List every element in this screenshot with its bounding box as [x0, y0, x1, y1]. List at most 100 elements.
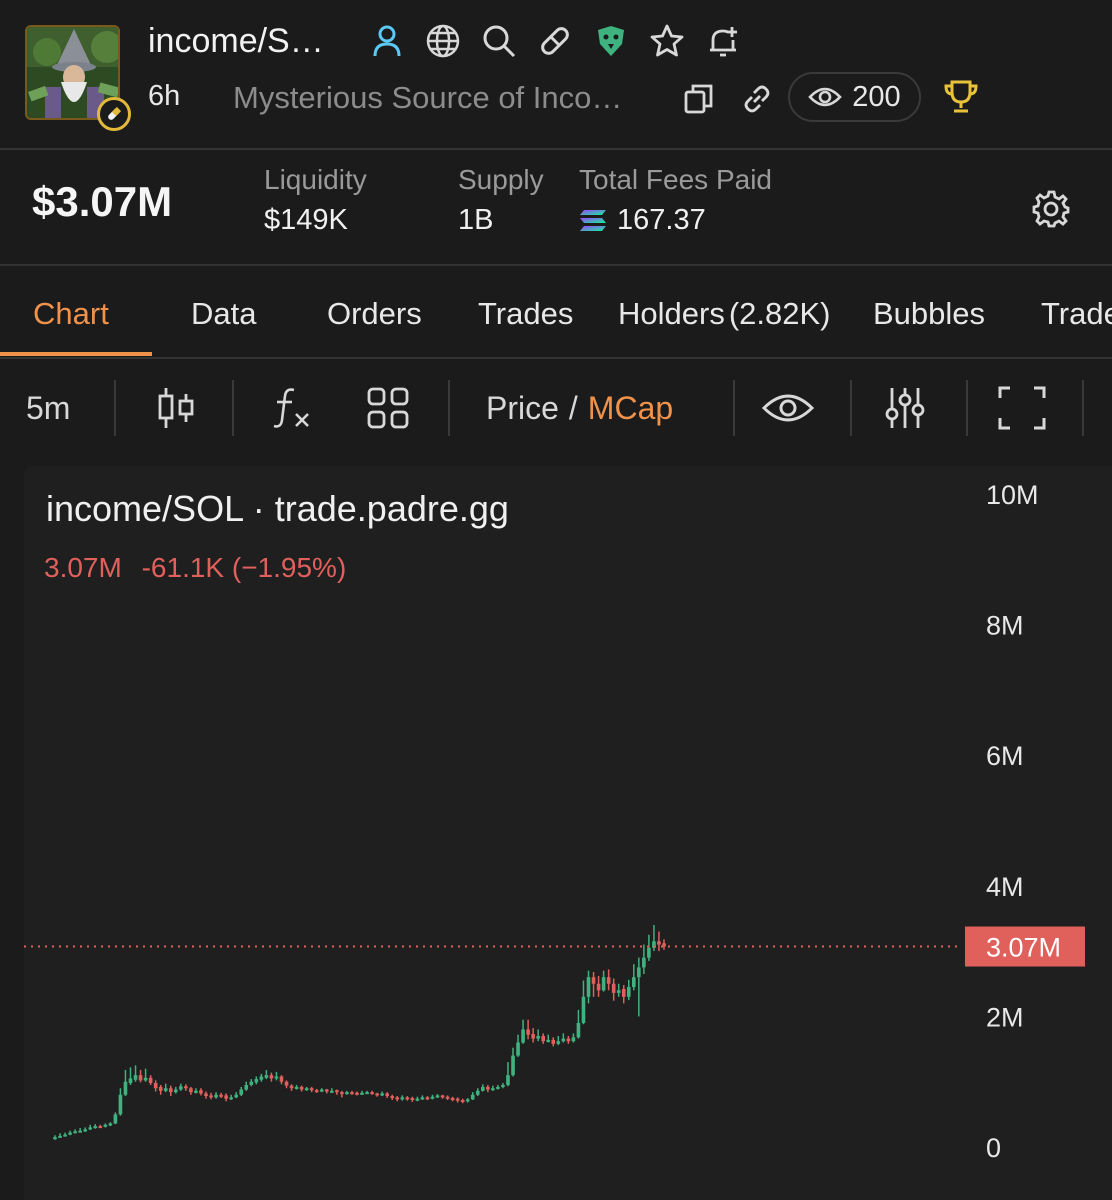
- candle-body: [637, 967, 641, 978]
- candle-body: [581, 996, 586, 1023]
- stats-bar: $3.07M Liquidity $149K Supply 1B Total F…: [0, 150, 1112, 264]
- globe-icon[interactable]: [424, 22, 462, 60]
- candle: [375, 1092, 379, 1097]
- chart-settings-sliders-icon[interactable]: [884, 380, 926, 436]
- candle: [249, 1079, 254, 1087]
- user-icon[interactable]: [368, 22, 406, 60]
- candle-body: [340, 1092, 344, 1095]
- candle-body: [455, 1098, 460, 1101]
- candle: [425, 1096, 430, 1100]
- search-icon[interactable]: [480, 22, 518, 60]
- candle: [214, 1092, 218, 1099]
- tab-orders[interactable]: Orders: [327, 296, 422, 332]
- viewers-pill[interactable]: 200: [788, 72, 921, 122]
- candle-body: [163, 1088, 168, 1091]
- candle-body: [465, 1099, 470, 1102]
- interval-selector[interactable]: 5m: [26, 380, 70, 436]
- token-avatar[interactable]: [25, 25, 131, 131]
- candle: [78, 1128, 82, 1133]
- tab-trade[interactable]: Trade: [1041, 296, 1112, 332]
- current-price-label: 3.07M: [986, 933, 1061, 963]
- y-tick-label: 0: [986, 1133, 1001, 1163]
- candle: [365, 1090, 369, 1095]
- candle-body: [626, 987, 631, 997]
- candle: [370, 1090, 374, 1095]
- candle-body: [551, 1039, 556, 1044]
- candle: [73, 1129, 77, 1134]
- tab-trades[interactable]: Trades: [478, 296, 573, 332]
- liquidity-label: Liquidity: [264, 164, 367, 195]
- candle-body: [496, 1086, 500, 1089]
- bell-plus-icon[interactable]: [704, 22, 742, 60]
- candle: [626, 979, 631, 1001]
- candle: [239, 1086, 244, 1097]
- link-icon[interactable]: [738, 80, 776, 118]
- tab-bubbles[interactable]: Bubbles: [873, 296, 985, 332]
- candle-body: [475, 1090, 480, 1095]
- candle-body: [631, 977, 636, 988]
- tab-data[interactable]: Data: [191, 296, 256, 332]
- candle: [455, 1097, 460, 1103]
- candle-body: [309, 1088, 314, 1091]
- candle: [123, 1069, 128, 1097]
- candle-body: [450, 1098, 455, 1101]
- candle-body: [173, 1089, 178, 1093]
- candle-body: [179, 1086, 183, 1090]
- layout-grid-icon[interactable]: [366, 380, 410, 436]
- interval-label: 5m: [26, 389, 71, 426]
- tab-chart[interactable]: Chart: [33, 296, 109, 332]
- candle-body: [400, 1097, 405, 1100]
- candle-body: [184, 1086, 188, 1089]
- candle-body: [128, 1078, 133, 1084]
- pill-icon[interactable]: [536, 22, 574, 60]
- candle-body: [254, 1079, 259, 1083]
- eagle-icon[interactable]: [592, 22, 630, 60]
- toolbar-separator: [232, 380, 234, 436]
- tab-holders-count: (2.82K): [728, 296, 831, 331]
- candle-body: [304, 1088, 309, 1091]
- candle-body: [491, 1088, 495, 1091]
- candle-body: [355, 1092, 359, 1095]
- price-mcap-toggle[interactable]: Price / MCap: [486, 380, 673, 436]
- fullscreen-icon[interactable]: [998, 380, 1046, 436]
- price-label: Price: [486, 389, 559, 426]
- tab-holders[interactable]: Holders (2.82K): [618, 296, 831, 332]
- candle: [53, 1135, 57, 1140]
- candle-body: [199, 1090, 203, 1094]
- candle-body: [576, 1022, 581, 1038]
- settings-gear-icon[interactable]: [1030, 188, 1072, 230]
- indicators-fx-icon[interactable]: [272, 380, 312, 436]
- trophy-icon[interactable]: [942, 78, 980, 116]
- candlestick-type-icon[interactable]: [156, 380, 196, 436]
- candle-body: [168, 1088, 173, 1093]
- candle: [93, 1124, 98, 1129]
- candle-body: [279, 1076, 284, 1082]
- star-icon[interactable]: [648, 22, 686, 60]
- visibility-eye-icon[interactable]: [762, 380, 814, 436]
- candle-body: [294, 1086, 299, 1089]
- candle: [536, 1029, 540, 1042]
- candle-body: [319, 1089, 324, 1092]
- candle: [118, 1088, 123, 1116]
- fees-value: 167.37: [617, 204, 706, 236]
- copy-icon[interactable]: [680, 80, 718, 118]
- candle: [491, 1085, 495, 1091]
- candle: [385, 1092, 389, 1099]
- candle-body: [158, 1086, 163, 1091]
- candle-body: [541, 1035, 546, 1042]
- candle-body: [657, 941, 661, 945]
- candle: [330, 1088, 334, 1093]
- candle-body: [148, 1077, 153, 1084]
- chart-legend: 3.07M -61.1K (−1.95%): [44, 552, 346, 584]
- candle: [531, 1028, 535, 1043]
- candle-body: [108, 1123, 113, 1126]
- candle: [234, 1092, 239, 1099]
- candle: [304, 1086, 309, 1091]
- candle: [138, 1069, 143, 1083]
- candle: [400, 1095, 405, 1101]
- toolbar-separator: [850, 380, 852, 436]
- candle-body: [385, 1093, 389, 1097]
- candle: [450, 1096, 455, 1102]
- tab-holders-label: Holders: [618, 296, 725, 331]
- candle: [58, 1133, 62, 1138]
